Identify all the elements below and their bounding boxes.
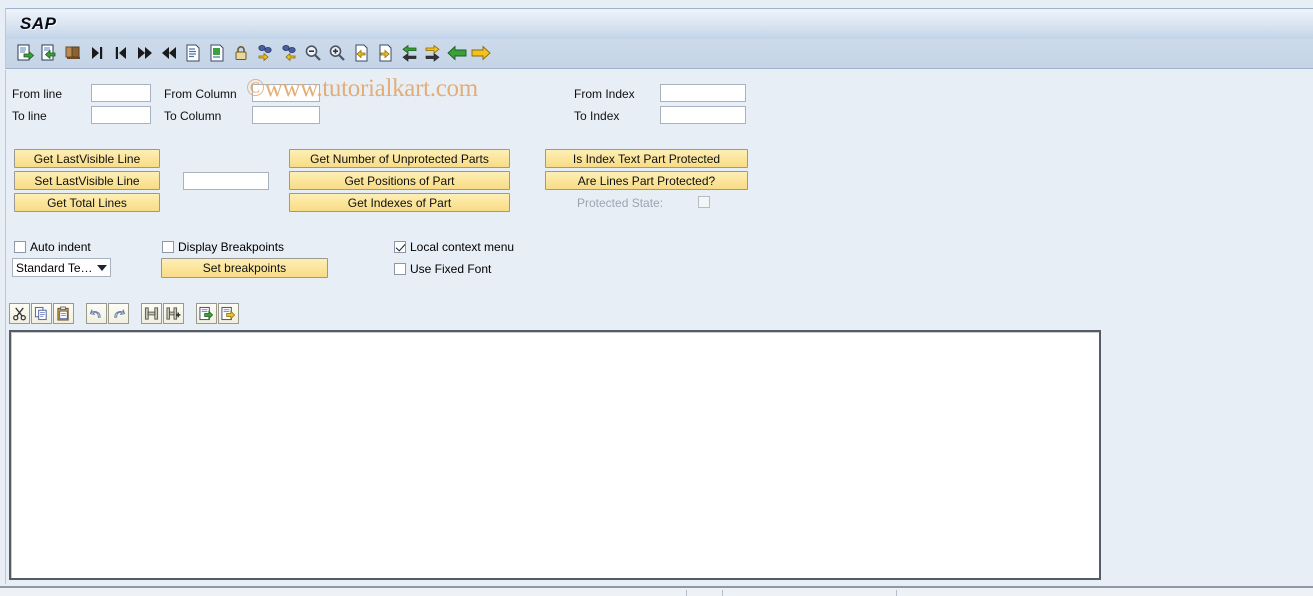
copy-icon[interactable] [31,303,52,324]
local-context-menu-checkbox[interactable] [394,241,406,253]
from-column-input[interactable] [252,84,320,102]
exchange-right-icon[interactable] [422,42,444,64]
set-lastvisible-line-button[interactable]: Set LastVisible Line [14,171,160,190]
document-list-icon[interactable] [182,42,204,64]
status-divider-2 [722,590,723,596]
get-lastvisible-line-button[interactable]: Get LastVisible Line [14,149,160,168]
local-context-menu-label: Local context menu [410,240,515,254]
goto-first-icon[interactable] [110,42,132,64]
sap-application-window: SAP ©www.tutorialkart.com From line From… [0,0,1313,596]
from-column-label: From Column [164,87,237,101]
zoom-out-icon[interactable] [302,42,324,64]
cut-icon[interactable] [9,303,30,324]
document-in-icon[interactable] [350,42,372,64]
status-divider-3 [896,590,897,596]
backward-fast-icon[interactable] [158,42,180,64]
local-context-menu-checkbox-row[interactable]: Local context menu [394,240,514,254]
to-column-label: To Column [164,109,222,123]
to-index-label: To Index [574,109,620,123]
main-toolbar-icons [14,42,492,64]
use-fixed-font-label: Use Fixed Font [410,262,492,276]
find-icon[interactable] [141,303,162,324]
status-bar [0,586,1313,596]
get-total-lines-button[interactable]: Get Total Lines [14,193,160,212]
set-breakpoints-button[interactable]: Set breakpoints [161,258,328,278]
editor-toolbar [9,303,239,324]
is-index-text-part-protected-button[interactable]: Is Index Text Part Protected [545,149,748,168]
from-index-input[interactable] [660,84,746,102]
display-breakpoints-checkbox[interactable] [162,241,174,253]
text-editor[interactable] [9,330,1101,580]
attributes-add-icon[interactable] [254,42,276,64]
use-fixed-font-checkbox[interactable] [394,263,406,275]
attributes-remove-icon[interactable] [278,42,300,64]
to-line-label: To line [12,109,47,123]
exchange-left-icon[interactable] [398,42,420,64]
goto-last-icon[interactable] [86,42,108,64]
get-number-of-unprotected-parts-button[interactable]: Get Number of Unprotected Parts [289,149,510,168]
text-mode-dropdown[interactable]: Standard Te… [12,258,111,277]
document-out-icon[interactable] [374,42,396,64]
export-text-icon[interactable] [218,303,239,324]
redo-icon[interactable] [108,303,129,324]
import-text-icon[interactable] [196,303,217,324]
protected-state-label: Protected State: [577,196,664,210]
get-positions-of-part-button[interactable]: Get Positions of Part [289,171,510,190]
display-breakpoints-label: Display Breakpoints [178,240,285,254]
get-indexes-of-part-button[interactable]: Get Indexes of Part [289,193,510,212]
undo-icon[interactable] [86,303,107,324]
to-column-input[interactable] [252,106,320,124]
main-toolbar: ©www.tutorialkart.com [5,39,1313,102]
from-line-label: From line [12,87,63,101]
chevron-down-icon [97,264,107,271]
text-mode-value: Standard Te… [16,260,93,275]
arrow-left-green-icon[interactable] [446,42,468,64]
paste-icon[interactable] [53,303,74,324]
document-green-icon[interactable] [206,42,228,64]
protected-state-checkbox [698,196,710,208]
to-line-input[interactable] [91,106,151,124]
are-lines-part-protected-button[interactable]: Are Lines Part Protected? [545,171,748,190]
use-fixed-font-checkbox-row[interactable]: Use Fixed Font [394,262,491,276]
import-document-icon[interactable] [38,42,60,64]
from-line-input[interactable] [91,84,151,102]
status-divider-1 [686,590,687,596]
lock-icon[interactable] [230,42,252,64]
screen-body: From line From Column From Index To line… [5,70,1313,584]
auto-indent-checkbox-row[interactable]: Auto indent [14,240,91,254]
arrow-right-yellow-icon[interactable] [470,42,492,64]
zoom-in-icon[interactable] [326,42,348,64]
open-document-icon[interactable] [14,42,36,64]
find-next-icon[interactable] [163,303,184,324]
sap-logo: SAP [20,14,57,33]
exit-door-icon[interactable] [62,42,84,64]
to-index-input[interactable] [660,106,746,124]
forward-fast-icon[interactable] [134,42,156,64]
auto-indent-checkbox[interactable] [14,241,26,253]
line-value-input[interactable] [183,172,269,190]
title-bar: SAP [5,8,1313,39]
from-index-label: From Index [574,87,635,101]
auto-indent-label: Auto indent [30,240,91,254]
display-breakpoints-checkbox-row[interactable]: Display Breakpoints [162,240,284,254]
